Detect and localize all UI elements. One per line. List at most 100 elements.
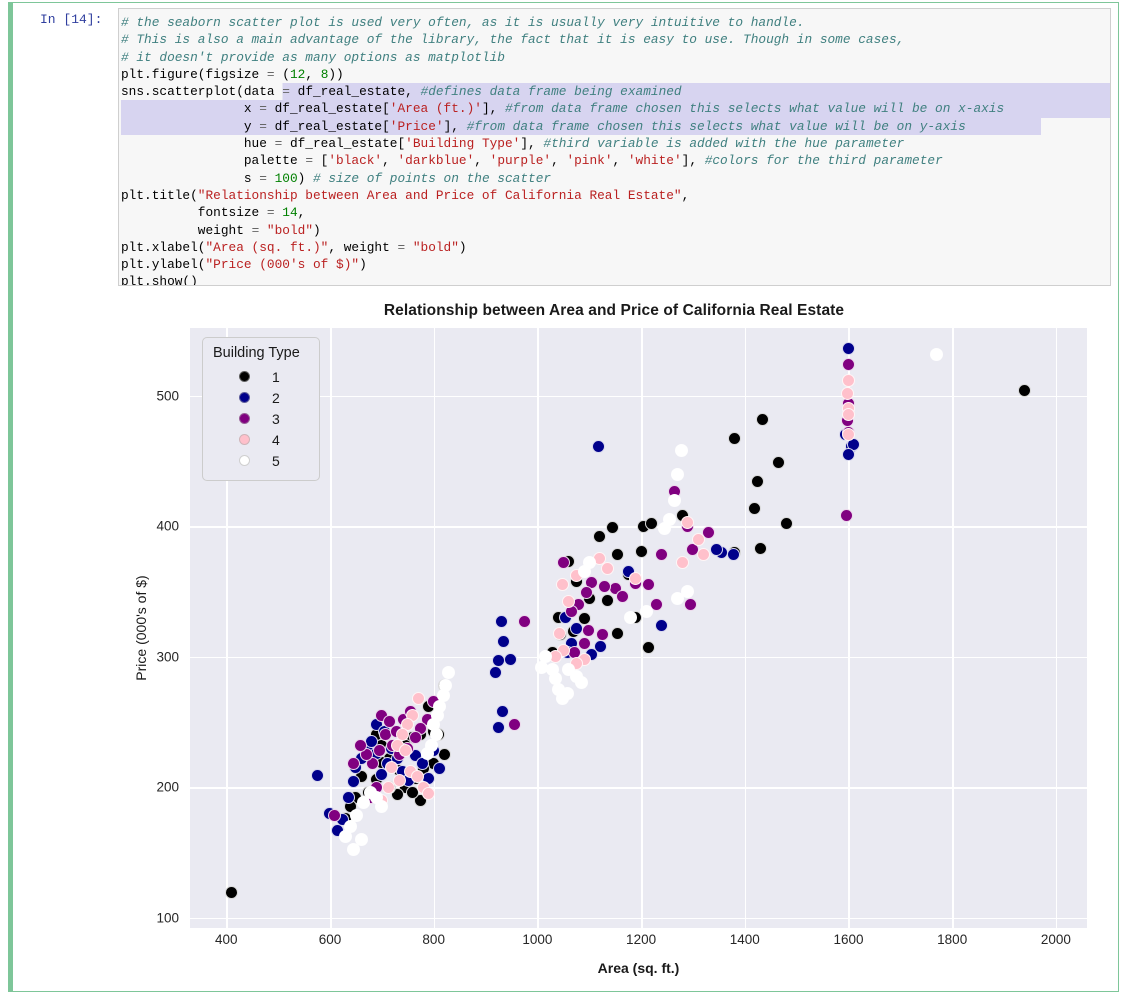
legend-item[interactable]: 1 (213, 366, 309, 387)
code-line[interactable]: plt.title("Relationship between Area and… (121, 187, 1110, 204)
scatter-point (635, 545, 648, 558)
scatter-point (518, 615, 531, 628)
scatter-point (748, 502, 761, 515)
x-tick-label: 400 (215, 932, 238, 947)
chart-title: Relationship between Area and Price of C… (119, 302, 1109, 320)
y-tick-label: 100 (156, 910, 179, 925)
code-line[interactable]: x = df_real_estate['Area (ft.)'], #from … (121, 100, 1110, 117)
scatter-point (399, 744, 412, 757)
scatter-point (671, 592, 684, 605)
scatter-point (489, 666, 502, 679)
scatter-point (354, 739, 367, 752)
scatter-point (611, 627, 624, 640)
code-line[interactable]: plt.xlabel("Area (sq. ft.)", weight = "b… (121, 239, 1110, 256)
legend-item[interactable]: 2 (213, 387, 309, 408)
gridline-horizontal (190, 787, 1087, 789)
legend-swatch-white-icon (239, 455, 250, 466)
scatter-point (645, 517, 658, 530)
legend-item-label: 4 (272, 432, 280, 448)
scatter-point (676, 556, 689, 569)
scatter-point (339, 830, 352, 843)
code-line[interactable]: s = 100) # size of points on the scatter (121, 170, 1110, 187)
scatter-point (495, 615, 508, 628)
y-axis-label: Price (000's of $) (133, 575, 149, 680)
scatter-point (684, 598, 697, 611)
plot-output: Relationship between Area and Price of C… (119, 290, 1109, 987)
code-line[interactable]: # the seaborn scatter plot is used very … (121, 14, 1110, 31)
scatter-point (772, 456, 785, 469)
x-axis-label: Area (sq. ft.) (190, 960, 1087, 976)
scatter-point (655, 619, 668, 632)
scatter-point (616, 590, 629, 603)
scatter-point (433, 762, 446, 775)
gridline-vertical (537, 328, 539, 928)
scatter-point (692, 533, 705, 546)
scatter-point (930, 348, 943, 361)
scatter-point (342, 791, 355, 804)
gridline-vertical (330, 328, 332, 928)
legend-item[interactable]: 4 (213, 429, 309, 450)
scatter-point (642, 641, 655, 654)
code-line[interactable]: weight = "bold") (121, 222, 1110, 239)
legend-item[interactable]: 3 (213, 408, 309, 429)
legend-item[interactable]: 5 (213, 450, 309, 471)
scatter-point (553, 627, 566, 640)
scatter-point (504, 653, 517, 666)
scatter-point (655, 548, 668, 561)
scatter-point (780, 517, 793, 530)
scatter-point (658, 522, 671, 535)
scatter-point (671, 468, 684, 481)
legend-title: Building Type (213, 345, 309, 361)
scatter-point (592, 440, 605, 453)
scatter-point (385, 761, 398, 774)
x-tick-label: 1800 (937, 932, 967, 947)
scatter-point (697, 548, 710, 561)
scatter-point (497, 635, 510, 648)
code-line[interactable]: plt.figure(figsize = (12, 8)) (121, 66, 1110, 83)
x-tick-label: 1000 (522, 932, 552, 947)
scatter-point (496, 705, 509, 718)
chart-legend[interactable]: Building Type 123 4 5 (202, 337, 320, 481)
code-line[interactable]: palette = ['black', 'darkblue', 'purple'… (121, 152, 1110, 169)
code-line[interactable]: # This is also a main advantage of the l… (121, 31, 1110, 48)
code-line[interactable]: fontsize = 14, (121, 204, 1110, 221)
scatter-point (556, 692, 569, 705)
legend-swatch-pink-icon (239, 434, 250, 445)
code-line[interactable]: hue = df_real_estate['Building Type'], #… (121, 135, 1110, 152)
gridline-vertical (434, 328, 436, 928)
gridline-vertical (952, 328, 954, 928)
code-editor[interactable]: # the seaborn scatter plot is used very … (118, 8, 1111, 286)
x-tick-label: 1200 (626, 932, 656, 947)
legend-swatch-purple-icon (239, 413, 250, 424)
x-tick-label: 1600 (833, 932, 863, 947)
scatter-point (642, 578, 655, 591)
x-tick-label: 600 (319, 932, 342, 947)
code-line[interactable]: # it doesn't provide as many options as … (121, 49, 1110, 66)
scatter-point (328, 809, 341, 822)
scatter-point (754, 542, 767, 555)
code-line[interactable]: plt.ylabel("Price (000's of $)") (121, 256, 1110, 273)
y-tick-label: 200 (156, 780, 179, 795)
code-line[interactable]: sns.scatterplot(data = df_real_estate, #… (121, 83, 1110, 100)
code-line[interactable]: plt.show() (121, 273, 1110, 286)
scatter-point (756, 413, 769, 426)
scatter-point (668, 494, 681, 507)
scatter-point (373, 744, 386, 757)
scatter-point (225, 886, 238, 899)
legend-swatch-black-icon (239, 371, 250, 382)
scatter-point (347, 757, 360, 770)
y-tick-label: 400 (156, 519, 179, 534)
x-tick-label: 800 (422, 932, 445, 947)
scatter-point (347, 843, 360, 856)
code-line[interactable]: y = df_real_estate['Price'], #from data … (121, 118, 1110, 135)
gridline-horizontal (190, 918, 1087, 920)
scatter-point (582, 624, 595, 637)
gridline-vertical (745, 328, 747, 928)
scatter-point (556, 578, 569, 591)
scatter-point (596, 628, 609, 641)
gridline-horizontal (190, 396, 1087, 398)
gridline-horizontal (190, 657, 1087, 659)
scatter-point (442, 666, 455, 679)
x-tick-label: 2000 (1041, 932, 1071, 947)
scatter-point (570, 622, 583, 635)
